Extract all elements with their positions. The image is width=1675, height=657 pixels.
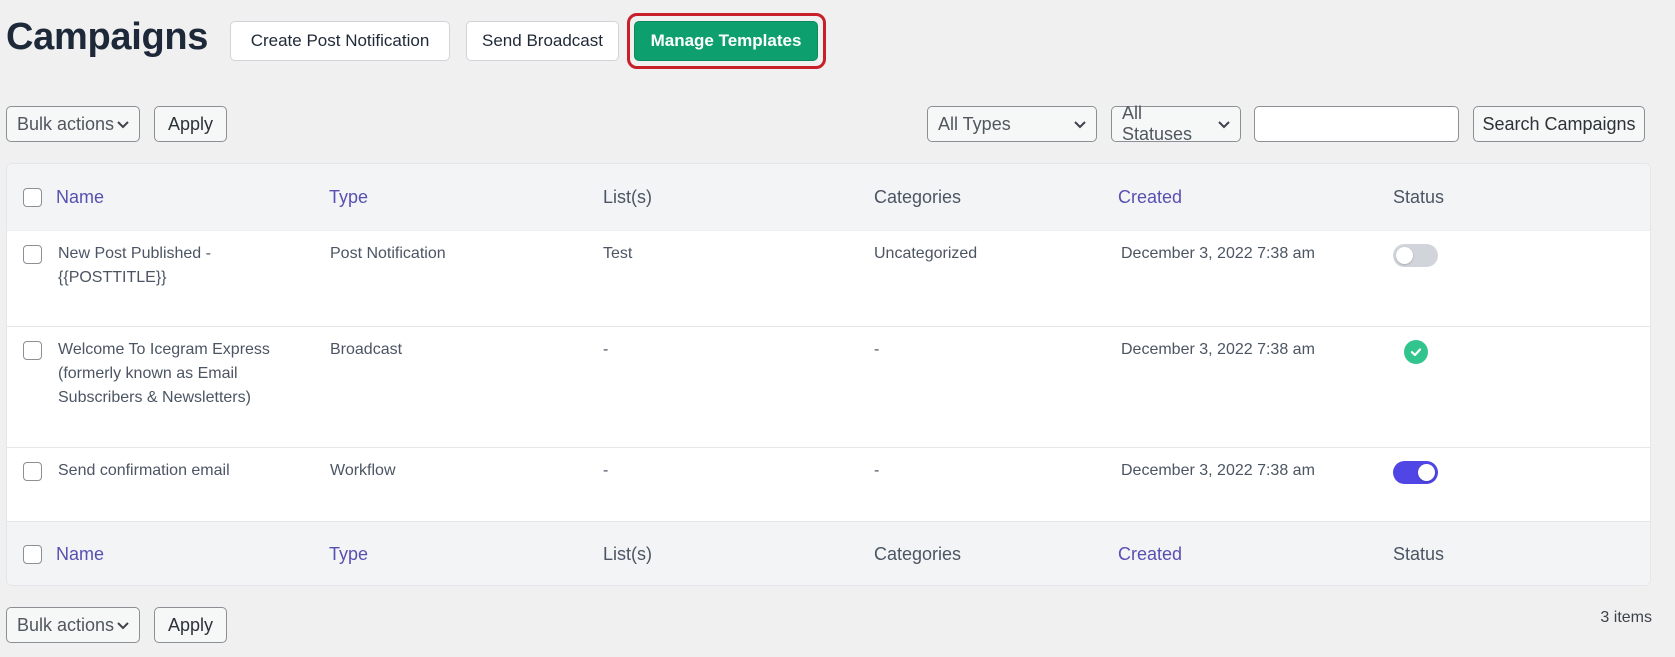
- column-footer-lists: List(s): [603, 544, 652, 564]
- column-footer-categories: Categories: [874, 544, 962, 564]
- items-count: 3 items: [1600, 609, 1652, 626]
- column-footer-name[interactable]: Name: [56, 542, 104, 566]
- campaign-name[interactable]: Welcome To Icegram Express (formerly kno…: [58, 338, 270, 410]
- campaign-type: Workflow: [330, 462, 396, 479]
- search-campaigns-button[interactable]: Search Campaigns: [1473, 106, 1645, 142]
- campaign-categories: -: [874, 462, 880, 479]
- status-filter-label: All Statuses: [1122, 103, 1193, 144]
- row-checkbox[interactable]: [23, 462, 42, 481]
- campaign-lists: -: [603, 341, 609, 358]
- column-header-type[interactable]: Type: [329, 185, 368, 209]
- search-input[interactable]: [1254, 106, 1459, 142]
- table-row: Welcome To Icegram Express (formerly kno…: [7, 327, 1650, 448]
- table-row: Send confirmation email Workflow - - Dec…: [7, 448, 1650, 521]
- campaign-type: Broadcast: [330, 341, 403, 358]
- column-footer-status: Status: [1393, 544, 1445, 564]
- campaign-lists: -: [603, 462, 609, 479]
- campaign-name-line: New Post Published -: [58, 245, 211, 262]
- campaign-name[interactable]: New Post Published - {{POSTTITLE}}: [58, 242, 211, 290]
- bulk-actions-label: Bulk actions: [17, 113, 115, 134]
- campaign-name-line: Welcome To Icegram Express: [58, 341, 270, 358]
- row-checkbox[interactable]: [23, 245, 42, 264]
- create-post-notification-button[interactable]: Create Post Notification: [230, 21, 450, 61]
- apply-button-bottom[interactable]: Apply: [154, 607, 227, 643]
- campaign-categories: Uncategorized: [874, 245, 978, 262]
- chevron-down-icon: [117, 121, 129, 129]
- column-header-created[interactable]: Created: [1118, 185, 1182, 209]
- type-filter-select[interactable]: All Types: [927, 106, 1097, 142]
- campaign-type: Post Notification: [330, 245, 446, 262]
- campaign-name[interactable]: Send confirmation email: [58, 459, 230, 483]
- table-row: New Post Published - {{POSTTITLE}} Post …: [7, 231, 1650, 327]
- apply-button[interactable]: Apply: [154, 106, 227, 142]
- toggle-knob: [1418, 464, 1435, 481]
- status-toggle-off[interactable]: [1393, 244, 1438, 267]
- campaign-name-line: Send confirmation email: [58, 462, 230, 479]
- chevron-down-icon: [1074, 121, 1086, 129]
- column-footer-type[interactable]: Type: [329, 542, 368, 566]
- column-header-name[interactable]: Name: [56, 185, 104, 209]
- manage-templates-button[interactable]: Manage Templates: [634, 21, 818, 61]
- bulk-actions-select[interactable]: Bulk actions: [6, 106, 140, 142]
- campaigns-table: Name Type List(s) Categories Created Sta…: [6, 163, 1651, 586]
- chevron-down-icon: [1218, 121, 1230, 129]
- page-title: Campaigns: [6, 16, 209, 58]
- status-filter-select[interactable]: All Statuses: [1111, 103, 1241, 144]
- campaign-name-line: Subscribers & Newsletters): [58, 389, 251, 406]
- bulk-actions-label: Bulk actions: [17, 614, 115, 635]
- sent-check-icon: [1404, 340, 1428, 364]
- select-all-checkbox-footer[interactable]: [23, 545, 42, 564]
- status-toggle-on[interactable]: [1393, 461, 1438, 484]
- table-footer: Name Type List(s) Categories Created Sta…: [7, 521, 1650, 585]
- campaign-created: December 3, 2022 7:38 am: [1121, 245, 1315, 262]
- column-footer-created[interactable]: Created: [1118, 542, 1182, 566]
- campaign-lists: Test: [603, 245, 633, 262]
- type-filter-label: All Types: [938, 113, 1011, 134]
- campaign-created: December 3, 2022 7:38 am: [1121, 341, 1315, 358]
- column-header-lists: List(s): [603, 187, 652, 207]
- campaign-created: December 3, 2022 7:38 am: [1121, 462, 1315, 479]
- chevron-down-icon: [117, 622, 129, 630]
- table-header: Name Type List(s) Categories Created Sta…: [7, 164, 1650, 231]
- campaign-name-line: (formerly known as Email: [58, 365, 238, 382]
- campaign-categories: -: [874, 341, 880, 358]
- bulk-actions-select-bottom[interactable]: Bulk actions: [6, 607, 140, 643]
- select-all-checkbox[interactable]: [23, 188, 42, 207]
- send-broadcast-button[interactable]: Send Broadcast: [466, 21, 619, 61]
- campaign-name-line: {{POSTTITLE}}: [58, 269, 167, 286]
- row-checkbox[interactable]: [23, 341, 42, 360]
- toggle-knob: [1396, 247, 1413, 264]
- column-header-status: Status: [1393, 187, 1445, 207]
- column-header-categories: Categories: [874, 187, 962, 207]
